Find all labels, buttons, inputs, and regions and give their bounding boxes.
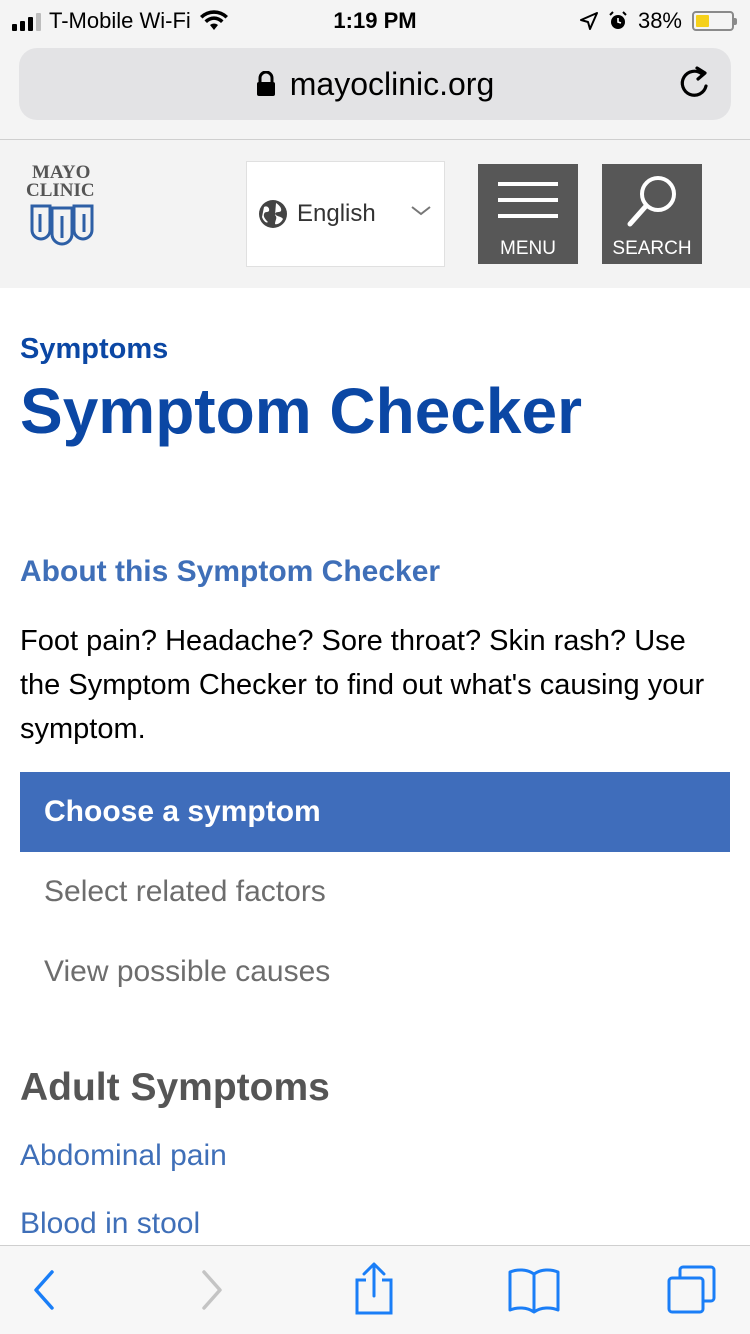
battery-percent: 38%: [637, 8, 682, 33]
search-icon: [627, 176, 676, 227]
battery-icon: [692, 11, 737, 31]
globe-icon: [259, 200, 287, 228]
language-selector[interactable]: English: [246, 161, 445, 267]
chevron-down-icon: [411, 206, 431, 216]
intro-text: Foot pain? Headache? Sore throat? Skin r…: [20, 625, 705, 745]
breadcrumb-symptoms[interactable]: Symptoms: [20, 333, 168, 366]
step-view-causes: View possible causes: [44, 955, 331, 988]
language-label: English: [297, 200, 376, 227]
page-title: Symptom Checker: [20, 375, 582, 447]
adult-symptoms-heading: Adult Symptoms: [20, 1066, 330, 1109]
site-header: MAYO CLINIC English MENU SEARCH: [0, 140, 750, 288]
status-bar: T-Mobile Wi-Fi 1:19 PM 38%: [0, 0, 750, 40]
share-icon[interactable]: [352, 1262, 396, 1316]
back-icon[interactable]: [30, 1268, 60, 1312]
lock-icon: [256, 71, 275, 96]
menu-label: MENU: [500, 238, 556, 259]
mayo-clinic-logo[interactable]: MAYO CLINIC: [26, 163, 106, 259]
hamburger-icon: [498, 182, 558, 230]
bookmarks-icon[interactable]: [507, 1266, 561, 1314]
status-right: 38%: [579, 8, 737, 34]
location-arrow-icon: [579, 12, 598, 30]
checker-steps: Choose a symptom Select related factors …: [20, 772, 730, 1012]
url-text: mayoclinic.org: [289, 65, 495, 102]
search-label: SEARCH: [612, 238, 692, 259]
browser-chrome: mayoclinic.org: [0, 40, 750, 140]
shield-logo-icon: [30, 204, 94, 246]
step-choose-symptom[interactable]: Choose a symptom: [20, 772, 730, 852]
menu-button[interactable]: MENU: [478, 164, 578, 264]
battery-fill: [696, 15, 709, 27]
tabs-icon[interactable]: [666, 1264, 718, 1316]
alarm-icon: [609, 11, 627, 29]
browser-toolbar: [0, 1245, 750, 1334]
about-symptom-checker-link[interactable]: About this Symptom Checker: [20, 555, 440, 589]
logo-line-2: CLINIC: [26, 180, 95, 201]
symptom-link-blood-in-stool[interactable]: Blood in stool: [20, 1207, 200, 1241]
forward-icon[interactable]: [196, 1268, 226, 1312]
search-button[interactable]: SEARCH: [602, 164, 702, 264]
symptom-link-abdominal-pain[interactable]: Abdominal pain: [20, 1139, 227, 1173]
reload-icon[interactable]: [677, 64, 713, 102]
step-select-factors: Select related factors: [44, 875, 326, 908]
address-bar[interactable]: mayoclinic.org: [19, 48, 731, 120]
